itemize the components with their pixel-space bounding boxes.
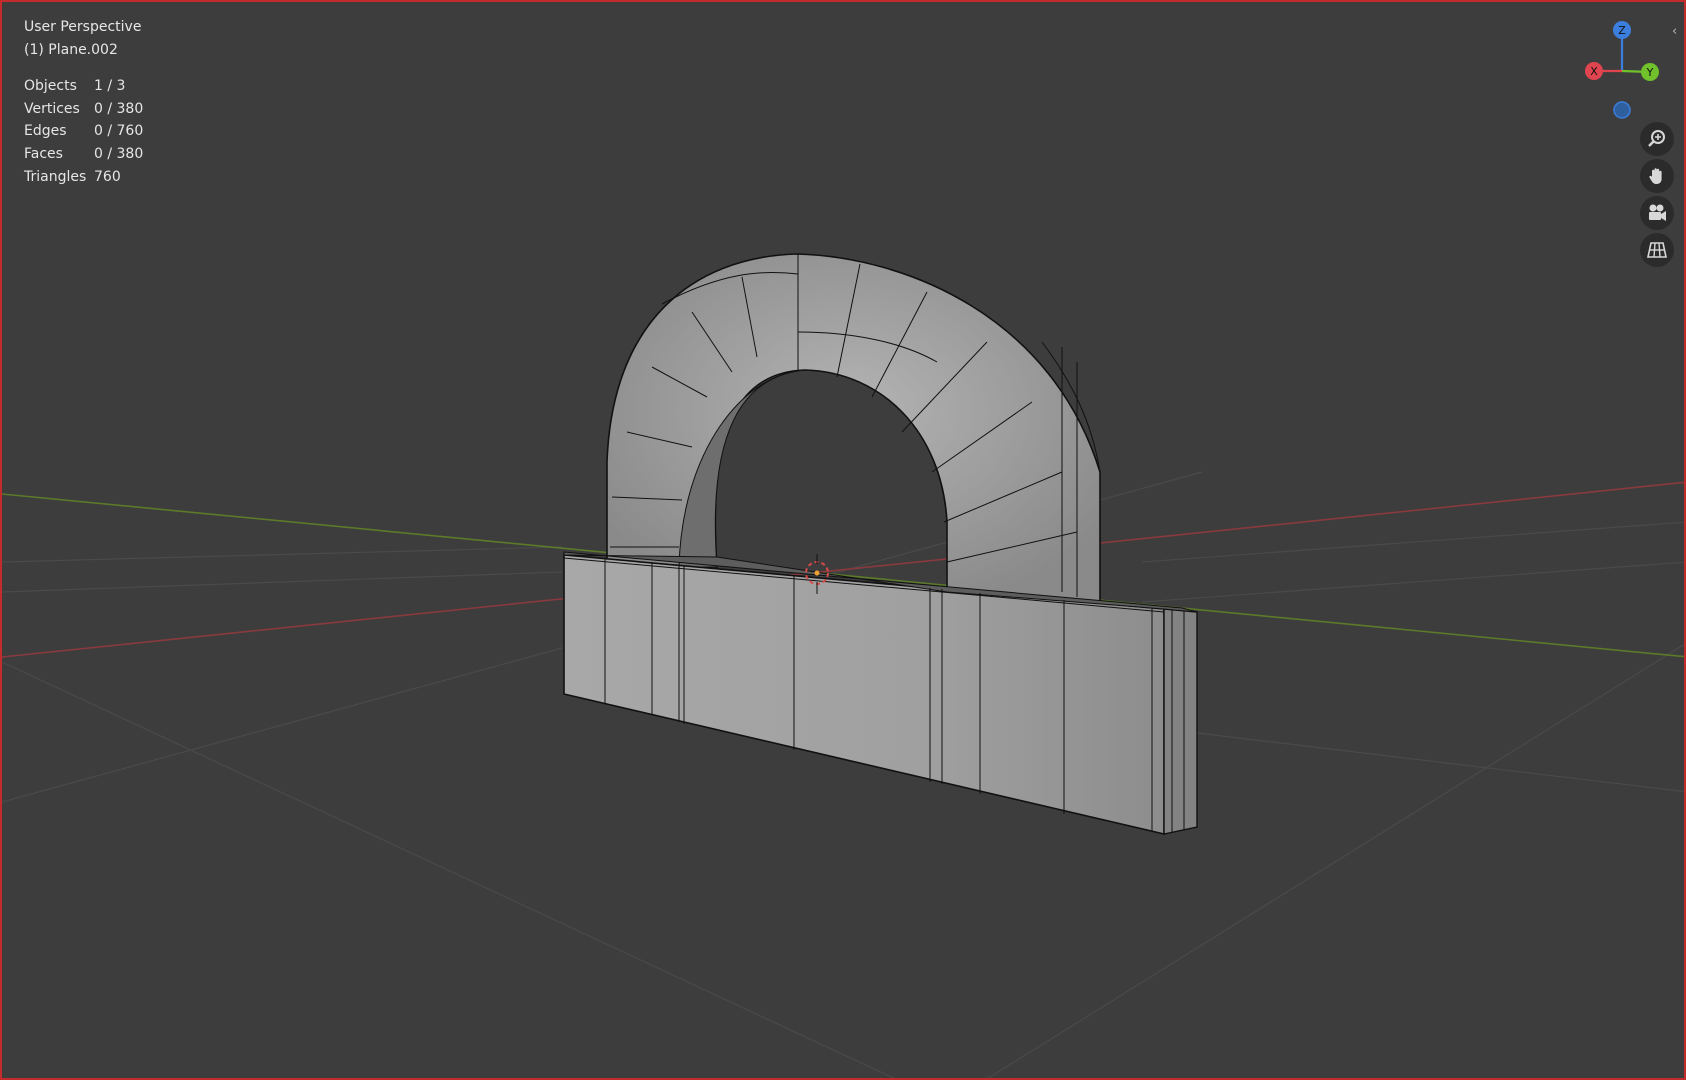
3d-viewport[interactable]: User Perspective (1) Plane.002 Objects 1 …	[0, 0, 1686, 1080]
sidebar-toggle-icon[interactable]: ‹	[1672, 24, 1677, 39]
zoom-button[interactable]	[1640, 122, 1674, 156]
stat-value: 760	[94, 168, 121, 185]
svg-text:Y: Y	[1646, 66, 1654, 79]
stat-faces: Faces 0 / 380	[24, 143, 143, 166]
arch-mesh[interactable]	[563, 253, 1198, 836]
scene-statistics: Objects 1 / 3 Vertices 0 / 380 Edges 0 / 76…	[24, 75, 143, 188]
perspective-toggle-button[interactable]	[1640, 233, 1674, 267]
grid-icon	[1647, 242, 1667, 258]
stat-value: 0 / 380	[94, 100, 144, 117]
stat-label: Objects	[24, 78, 77, 95]
stat-label: Triangles	[24, 168, 87, 185]
viewport-info-overlay: User Perspective (1) Plane.002 Objects 1 …	[24, 16, 143, 188]
stat-objects: Objects 1 / 3	[24, 75, 143, 98]
stat-triangles: Triangles 760	[24, 166, 143, 189]
view-name: User Perspective	[24, 19, 142, 35]
stat-value: 1 / 3	[94, 78, 126, 95]
gizmo-z-axis[interactable]: Z	[1613, 21, 1631, 39]
active-object-name: (1) Plane.002	[24, 41, 118, 58]
camera-view-button[interactable]	[1640, 196, 1674, 230]
gizmo-x-axis[interactable]: X	[1585, 62, 1603, 80]
navigation-gizmo[interactable]: Z Y X	[1580, 18, 1664, 124]
stat-label: Vertices	[24, 100, 80, 117]
stat-value: 0 / 760	[94, 123, 144, 140]
svg-text:X: X	[1590, 65, 1598, 78]
stat-label: Edges	[24, 123, 67, 140]
stat-value: 0 / 380	[94, 145, 144, 162]
hand-icon	[1649, 168, 1662, 184]
stat-edges: Edges 0 / 760	[24, 120, 143, 143]
base-block-end	[1163, 608, 1198, 835]
floor-grid	[2, 471, 1684, 1078]
camera-icon	[1649, 204, 1666, 221]
gizmo-y-axis[interactable]: Y	[1641, 63, 1659, 81]
pan-button[interactable]	[1640, 159, 1674, 193]
gizmo-negative-z[interactable]	[1613, 101, 1631, 119]
zoom-icon	[1648, 130, 1665, 147]
svg-text:Z: Z	[1618, 24, 1626, 37]
stat-label: Faces	[24, 145, 63, 162]
viewport-scene[interactable]	[2, 2, 1686, 1080]
stat-vertices: Vertices 0 / 380	[24, 98, 143, 121]
